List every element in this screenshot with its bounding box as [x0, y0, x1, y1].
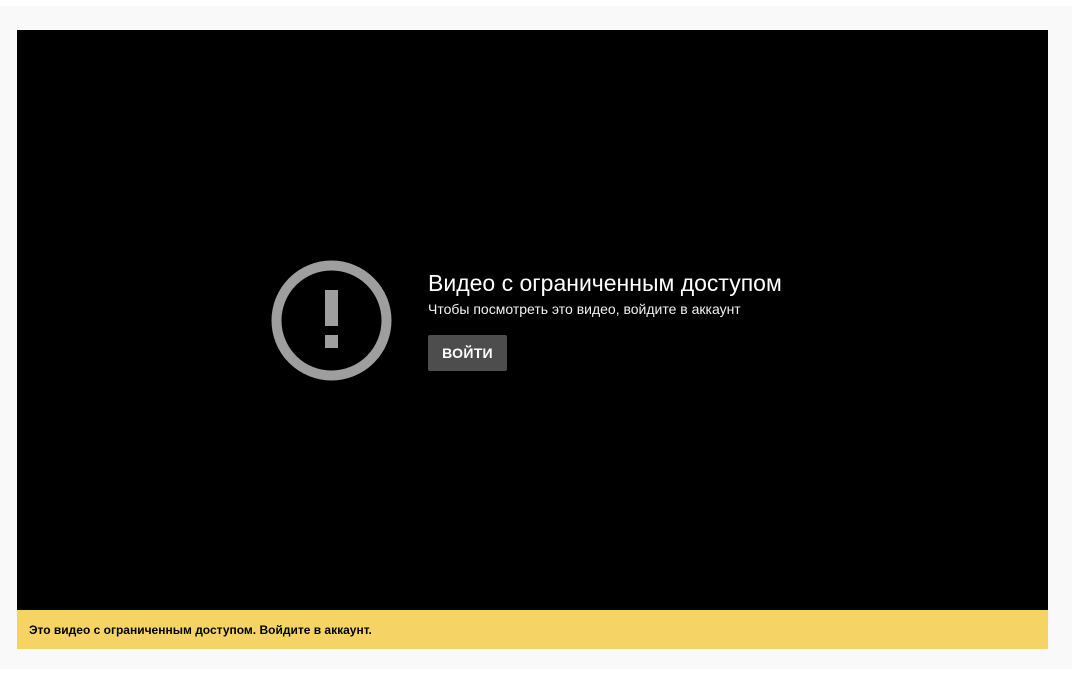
- error-subtitle: Чтобы посмотреть это видео, войдите в ак…: [428, 301, 741, 317]
- notice-text: Это видео с ограниченным доступом. Войди…: [29, 622, 372, 637]
- video-player: [17, 30, 1048, 610]
- error-title: Видео с ограниченным доступом: [428, 270, 782, 296]
- page: Видео с ограниченным доступом Чтобы посм…: [0, 0, 1072, 675]
- restricted-notice-bar: Это видео с ограниченным доступом. Войди…: [17, 610, 1048, 649]
- exclamation-circle-icon: [271, 260, 392, 381]
- error-message: Видео с ограниченным доступом Чтобы посм…: [428, 268, 988, 318]
- sign-in-button[interactable]: ВОЙТИ: [428, 335, 507, 371]
